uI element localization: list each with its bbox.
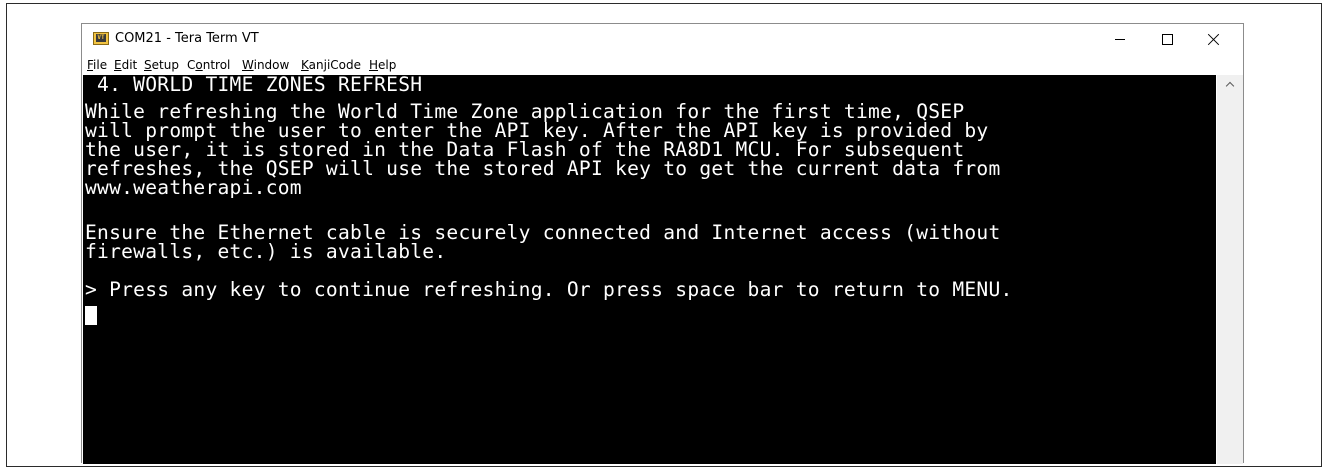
menu-setup[interactable]: Setup (144, 58, 179, 72)
tera-term-window: VT COM21 - Tera Term VT File Edit Setup … (81, 23, 1244, 464)
minimize-icon (1115, 38, 1125, 40)
menu-control[interactable]: Control (187, 58, 230, 72)
tera-term-icon[interactable]: VT (93, 32, 109, 45)
title-bar[interactable]: VT COM21 - Tera Term VT (82, 24, 1243, 54)
vertical-scrollbar[interactable] (1217, 75, 1243, 464)
maximize-icon (1161, 33, 1173, 45)
close-icon (1208, 33, 1220, 45)
maximize-button[interactable] (1144, 24, 1190, 54)
menu-window[interactable]: Window (242, 58, 289, 72)
minimize-button[interactable] (1097, 24, 1143, 54)
app-icon-label: VT (96, 34, 106, 42)
terminal-cursor (85, 306, 97, 325)
menu-edit[interactable]: Edit (114, 58, 137, 72)
terminal-line: www.weatherapi.com (85, 176, 302, 199)
terminal-prompt-line: > Press any key to continue refreshing. … (85, 278, 1013, 301)
window-title: COM21 - Tera Term VT (115, 31, 259, 46)
close-button[interactable] (1191, 24, 1237, 54)
scroll-up-button[interactable] (1217, 75, 1243, 92)
chevron-up-icon (1225, 81, 1235, 90)
terminal-line: 4. WORLD TIME ZONES REFRESH (85, 75, 423, 96)
menu-kanjicode[interactable]: KanjiCode (301, 58, 361, 72)
menu-file[interactable]: File (87, 58, 107, 72)
menu-bar: File Edit Setup Control Window KanjiCode… (82, 55, 1243, 75)
terminal-line: firewalls, etc.) is available. (85, 240, 447, 263)
terminal-screen[interactable]: 4. WORLD TIME ZONES REFRESH While refres… (83, 75, 1216, 464)
menu-help[interactable]: Help (369, 58, 396, 72)
